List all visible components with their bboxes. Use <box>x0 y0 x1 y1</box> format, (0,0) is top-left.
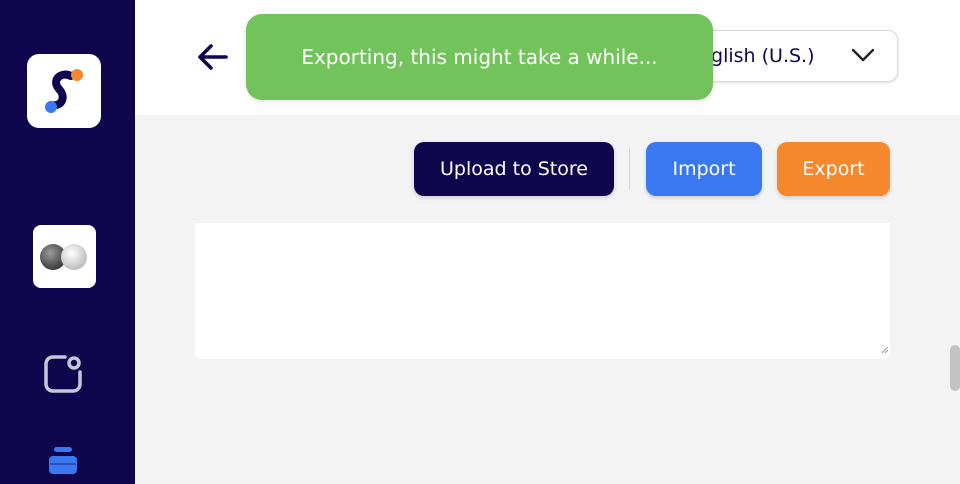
app-logo[interactable] <box>27 54 101 128</box>
toolbar-divider <box>629 148 630 190</box>
resize-handle-icon[interactable] <box>881 339 889 358</box>
import-button[interactable]: Import <box>646 142 762 196</box>
app-toggle-icon <box>40 244 87 270</box>
toast-message: Exporting, this might take a while... <box>301 45 658 69</box>
export-button[interactable]: Export <box>777 142 890 196</box>
language-value: nglish (U.S.) <box>699 45 815 67</box>
content-textarea[interactable] <box>195 223 890 359</box>
back-button[interactable] <box>196 40 230 78</box>
sidebar-item-stack[interactable] <box>47 446 79 480</box>
sidebar <box>0 0 135 484</box>
scrollbar-thumb[interactable] <box>950 345 960 391</box>
notification-square-icon <box>44 355 82 393</box>
sidebar-item-apps[interactable] <box>33 225 96 288</box>
upload-to-store-button[interactable]: Upload to Store <box>414 142 614 196</box>
arrow-left-icon <box>198 44 228 70</box>
export-toast: Exporting, this might take a while... <box>246 14 713 100</box>
language-select[interactable]: nglish (U.S.) <box>690 30 898 82</box>
brand-s-logo-icon <box>45 69 83 113</box>
stack-layers-icon <box>49 447 77 474</box>
chevron-down-icon <box>851 47 875 67</box>
sidebar-item-notifications[interactable] <box>43 354 83 398</box>
